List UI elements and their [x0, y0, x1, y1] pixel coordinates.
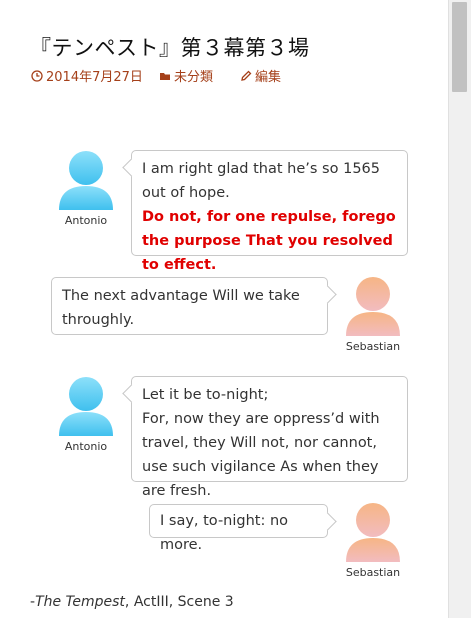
dialogue-line: The next advantage Will we take throughl…: [62, 288, 300, 328]
dialogue-line: I say, to-night: no more.: [160, 513, 289, 553]
post-edit-link[interactable]: 編集: [240, 66, 281, 85]
post-category: 未分類: [174, 70, 214, 85]
source-credit: -The Tempest, ActIII, Scene 3: [30, 594, 234, 610]
dialogue-line: For, now they are oppress’d with travel,…: [142, 411, 380, 499]
scrollbar-thumb[interactable]: [452, 2, 467, 92]
speech-bubble: I say, to-night: no more.: [149, 504, 328, 553]
folder-icon: [160, 72, 170, 80]
avatar-antonio: Antonio: [55, 148, 117, 227]
pencil-icon: [241, 70, 252, 81]
avatar-sebastian: Sebastian: [342, 500, 404, 579]
person-icon: [346, 503, 400, 562]
post-date-link[interactable]: 2014年7月27日: [31, 66, 143, 85]
post-category-link[interactable]: 未分類: [159, 66, 213, 85]
speaker-name: Antonio: [64, 214, 108, 227]
person-icon: [59, 151, 113, 210]
avatar-antonio: Antonio: [55, 374, 117, 453]
post-date: 2014年7月27日: [46, 70, 143, 85]
post-page: 『テンペスト』第３幕第３場 2014年7月27日 未分類 編集 Antonio …: [0, 0, 449, 618]
person-icon: [346, 277, 400, 336]
credit-work: The Tempest: [35, 594, 125, 610]
dialogue-highlight: Do not, for one repulse, forego the purp…: [142, 209, 396, 273]
post-title: 『テンペスト』第３幕第３場: [30, 36, 310, 60]
dialogue-line: I am right glad that he’s so 1565 out of…: [142, 161, 380, 201]
speaker-name: Sebastian: [345, 340, 401, 353]
speech-bubble: I am right glad that he’s so 1565 out of…: [131, 150, 408, 273]
clock-icon: [31, 69, 43, 82]
post-edit: 編集: [255, 70, 282, 85]
speaker-name: Antonio: [64, 440, 108, 453]
person-icon: [59, 377, 113, 436]
dialogue-line: Let it be to-night;: [142, 387, 269, 403]
credit-rest: , ActIII, Scene 3: [124, 594, 234, 610]
speech-bubble: The next advantage Will we take throughl…: [51, 277, 328, 335]
avatar-sebastian: Sebastian: [342, 274, 404, 353]
vertical-scrollbar[interactable]: [448, 0, 471, 618]
speech-bubble: Let it be to-night; For, now they are op…: [131, 376, 408, 499]
speaker-name: Sebastian: [345, 566, 401, 579]
